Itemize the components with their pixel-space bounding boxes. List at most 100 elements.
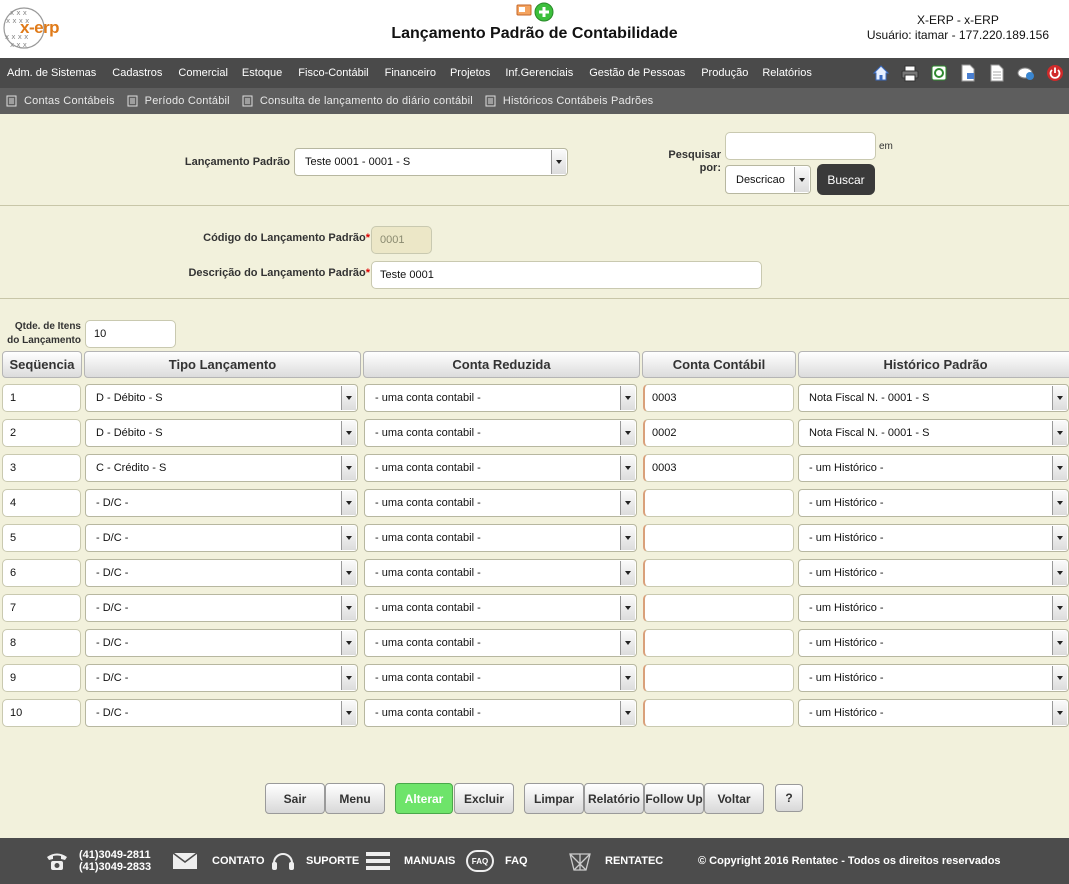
menu-financeiro[interactable]: Financeiro — [376, 67, 443, 79]
conta-contabil-field[interactable] — [643, 629, 794, 657]
header-conta-contabil: Conta Contábil — [642, 351, 796, 378]
conta-reduzida-select[interactable]: - uma conta contabil - — [364, 454, 637, 482]
sair-button[interactable]: Sair — [265, 783, 325, 814]
conta-reduzida-value: - uma conta contabil - — [375, 392, 481, 404]
tipo-lancamento-select[interactable]: D - Débito - S — [85, 419, 358, 447]
tipo-lancamento-select[interactable]: - D/C - — [85, 629, 358, 657]
follow-up-button[interactable]: Follow Up — [644, 783, 704, 814]
tipo-lancamento-select[interactable]: - D/C - — [85, 664, 358, 692]
voltar-button[interactable]: Voltar — [704, 783, 764, 814]
recycle-icon[interactable] — [929, 63, 949, 83]
menu-producao[interactable]: Produção — [692, 67, 755, 79]
limpar-button[interactable]: Limpar — [524, 783, 584, 814]
descricao-field[interactable]: Teste 0001 — [371, 261, 762, 289]
conta-reduzida-select[interactable]: - uma conta contabil - — [364, 594, 637, 622]
submenu-consulta-diario[interactable]: Consulta de lançamento do diário contábi… — [236, 95, 479, 107]
historico-padrao-select[interactable]: - um Histórico - — [798, 664, 1069, 692]
sequencia-field[interactable]: 4 — [2, 489, 81, 517]
menu-fisco-contabil[interactable]: Fisco-Contábil — [289, 67, 375, 79]
sequencia-field[interactable]: 7 — [2, 594, 81, 622]
conta-contabil-field[interactable]: 0003 — [643, 384, 794, 412]
historico-padrao-select[interactable]: Nota Fiscal N. - 0001 - S — [798, 384, 1069, 412]
menu-cadastros[interactable]: Cadastros — [103, 67, 169, 79]
power-icon[interactable] — [1045, 63, 1065, 83]
document-icon — [6, 95, 17, 107]
printer-icon[interactable] — [900, 63, 920, 83]
footer-suporte[interactable]: SUPORTE — [270, 838, 359, 884]
tipo-lancamento-select[interactable]: C - Crédito - S — [85, 454, 358, 482]
sequencia-field[interactable]: 1 — [2, 384, 81, 412]
conta-contabil-field[interactable] — [643, 664, 794, 692]
conta-contabil-field[interactable] — [643, 524, 794, 552]
submenu-historicos-padroes[interactable]: Históricos Contábeis Padrões — [479, 95, 660, 107]
menu-inf-gerenciais[interactable]: Inf.Gerenciais — [497, 67, 580, 79]
conta-reduzida-select[interactable]: - uma conta contabil - — [364, 524, 637, 552]
conta-contabil-field[interactable]: 0002 — [643, 419, 794, 447]
historico-padrao-select[interactable]: - um Histórico - — [798, 559, 1069, 587]
conta-reduzida-select[interactable]: - uma conta contabil - — [364, 419, 637, 447]
rentatec-label: RENTATEC — [605, 855, 664, 867]
conta-reduzida-select[interactable]: - uma conta contabil - — [364, 629, 637, 657]
sequencia-field[interactable]: 5 — [2, 524, 81, 552]
footer-manuais[interactable]: MANUAIS — [364, 838, 455, 884]
historico-padrao-select[interactable]: - um Histórico - — [798, 594, 1069, 622]
user-info: Usuário: itamar - 177.220.189.156 — [866, 28, 1049, 42]
document-icon[interactable] — [958, 63, 978, 83]
menu-projetos[interactable]: Projetos — [443, 67, 497, 79]
chat-icon[interactable] — [1016, 63, 1036, 83]
footer-contato[interactable]: CONTATO — [172, 838, 265, 884]
sequencia-field[interactable]: 9 — [2, 664, 81, 692]
historico-padrao-select[interactable]: - um Histórico - — [798, 454, 1069, 482]
historico-padrao-select[interactable]: - um Histórico - — [798, 489, 1069, 517]
conta-contabil-field[interactable] — [643, 594, 794, 622]
conta-reduzida-select[interactable]: - uma conta contabil - — [364, 489, 637, 517]
lancamento-padrao-label: Lançamento Padrão — [184, 156, 290, 168]
sequencia-field[interactable]: 8 — [2, 629, 81, 657]
menu-adm-sistemas[interactable]: Adm. de Sistemas — [0, 67, 103, 79]
historico-padrao-select[interactable]: - um Histórico - — [798, 524, 1069, 552]
tipo-lancamento-select[interactable]: D - Débito - S — [85, 384, 358, 412]
sequencia-field[interactable]: 10 — [2, 699, 81, 727]
conta-contabil-field[interactable] — [643, 559, 794, 587]
sequencia-field[interactable]: 3 — [2, 454, 81, 482]
add-icon[interactable] — [534, 2, 554, 22]
submenu-periodo-contabil[interactable]: Período Contábil — [121, 95, 236, 107]
tipo-lancamento-select[interactable]: - D/C - — [85, 699, 358, 727]
page-icon[interactable] — [987, 63, 1007, 83]
alterar-button[interactable]: Alterar — [395, 783, 453, 814]
search-input[interactable] — [725, 132, 876, 160]
tipo-lancamento-select[interactable]: - D/C - — [85, 594, 358, 622]
menu-estoque[interactable]: Estoque — [235, 67, 289, 79]
historico-padrao-select[interactable]: - um Histórico - — [798, 629, 1069, 657]
conta-reduzida-select[interactable]: - uma conta contabil - — [364, 699, 637, 727]
tipo-lancamento-select[interactable]: - D/C - — [85, 559, 358, 587]
menu-button[interactable]: Menu — [325, 783, 385, 814]
conta-contabil-field[interactable] — [643, 699, 794, 727]
qtd-itens-field[interactable]: 10 — [85, 320, 176, 348]
conta-reduzida-select[interactable]: - uma conta contabil - — [364, 559, 637, 587]
menu-gestao-pessoas[interactable]: Gestão de Pessoas — [580, 67, 692, 79]
presentation-icon[interactable] — [516, 2, 532, 18]
home-icon[interactable] — [871, 63, 891, 83]
conta-contabil-field[interactable]: 0003 — [643, 454, 794, 482]
historico-padrao-select[interactable]: Nota Fiscal N. - 0001 - S — [798, 419, 1069, 447]
menu-comercial[interactable]: Comercial — [169, 67, 235, 79]
excluir-button[interactable]: Excluir — [454, 783, 514, 814]
conta-contabil-field[interactable] — [643, 489, 794, 517]
buscar-button[interactable]: Buscar — [817, 164, 875, 195]
conta-reduzida-select[interactable]: - uma conta contabil - — [364, 384, 637, 412]
help-button[interactable]: ? — [775, 784, 803, 812]
lancamento-padrao-select[interactable]: Teste 0001 - 0001 - S — [294, 148, 568, 176]
historico-padrao-select[interactable]: - um Histórico - — [798, 699, 1069, 727]
search-field-select[interactable]: Descricao — [725, 165, 811, 194]
sequencia-field[interactable]: 2 — [2, 419, 81, 447]
sequencia-field[interactable]: 6 — [2, 559, 81, 587]
footer-rentatec[interactable]: RENTATEC — [566, 838, 663, 884]
conta-reduzida-select[interactable]: - uma conta contabil - — [364, 664, 637, 692]
submenu-contas-contabeis[interactable]: Contas Contábeis — [0, 95, 121, 107]
footer-faq[interactable]: FAQ FAQ — [466, 838, 528, 884]
tipo-lancamento-select[interactable]: - D/C - — [85, 524, 358, 552]
relatorio-button[interactable]: Relatório — [584, 783, 644, 814]
menu-relatorios[interactable]: Relatórios — [755, 67, 819, 79]
tipo-lancamento-select[interactable]: - D/C - — [85, 489, 358, 517]
